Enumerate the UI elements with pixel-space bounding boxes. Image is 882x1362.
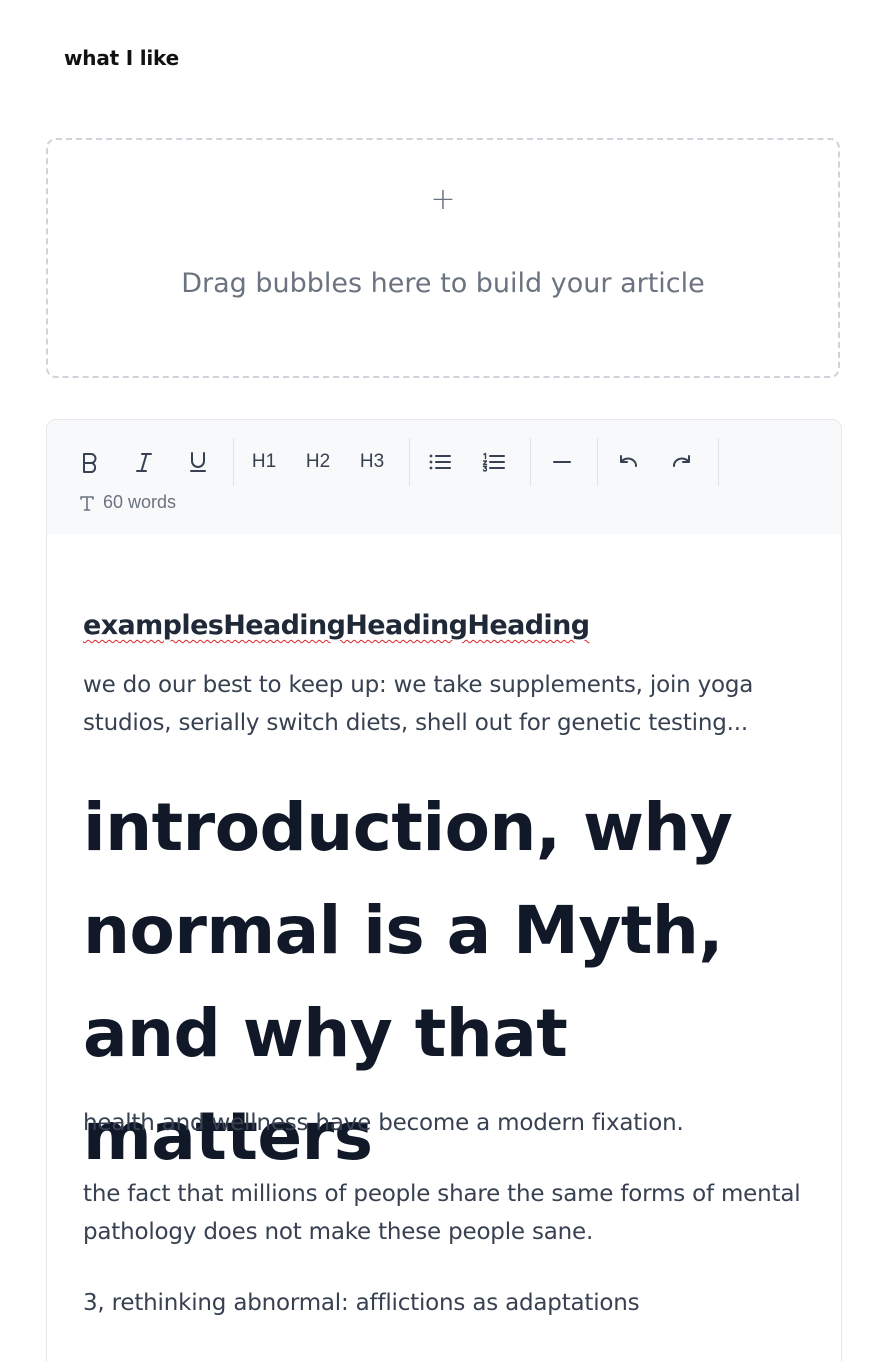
redo-icon [673, 455, 690, 467]
heading3-button[interactable]: H3 [355, 442, 389, 482]
article-paragraph: the fact that millions of people share t… [83, 1181, 801, 1245]
redo-button[interactable] [667, 442, 697, 482]
underline-icon [190, 452, 206, 472]
underline-button[interactable] [183, 442, 213, 482]
heading3-label: H3 [359, 451, 385, 472]
toolbar-separator [409, 438, 410, 486]
toolbar-separator [718, 438, 719, 486]
bullet-list-button[interactable] [425, 442, 455, 482]
word-count: 60 words [79, 492, 176, 513]
italic-button[interactable] [129, 442, 159, 482]
bold-button[interactable] [75, 442, 105, 482]
heading1-button[interactable]: H1 [247, 442, 281, 482]
undo-icon [620, 455, 637, 467]
heading1-label: H1 [251, 451, 277, 472]
toolbar-separator [597, 438, 598, 486]
article-paragraph: health and wellness have become a modern… [83, 1110, 684, 1136]
bullet-list-icon [429, 454, 451, 470]
heading2-label: H2 [305, 451, 331, 472]
article-paragraph: we do our best to keep up: we take suppl… [83, 672, 754, 736]
article-paragraph: 3, rethinking abnormal: afflictions as a… [83, 1290, 640, 1316]
word-count-label: 60 words [103, 492, 177, 512]
plus-icon: + [430, 182, 456, 217]
toolbar-separator [530, 438, 531, 486]
text-type-icon [80, 495, 94, 511]
bold-icon [83, 453, 97, 473]
numbered-list-icon [482, 452, 505, 472]
horizontal-rule-button[interactable] [547, 442, 577, 482]
toolbar-separator [233, 438, 234, 486]
numbered-list-button[interactable] [479, 442, 509, 482]
undo-button[interactable] [613, 442, 643, 482]
page-title: what I like [64, 46, 179, 70]
page: what I like + Drag bubbles here to build… [0, 0, 882, 1362]
horizontal-rule-icon [553, 461, 571, 463]
rich-text-editor: H1 H2 H3 60 words examplesHeadingHeading… [46, 419, 842, 1362]
italic-icon [136, 453, 152, 472]
editor-toolbar: H1 H2 H3 60 words [47, 420, 841, 534]
heading2-button[interactable]: H2 [301, 442, 335, 482]
article-dropzone[interactable]: + Drag bubbles here to build your articl… [46, 138, 840, 378]
article-subheading: examplesHeadingHeadingHeading [83, 610, 590, 641]
dropzone-hint: Drag bubbles here to build your article [181, 268, 705, 299]
